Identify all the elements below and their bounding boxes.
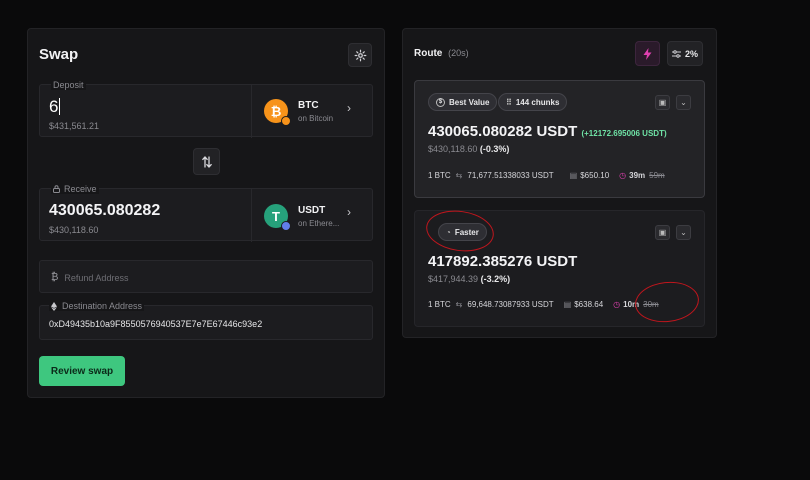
route-title: Route [414, 48, 443, 59]
quote-card-best-value[interactable]: $ Best Value ⠿ 144 chunks ▣ ⌄ 430065.080… [414, 80, 705, 198]
chunks-tag: ⠿ 144 chunks [498, 93, 568, 111]
quote-pct: (-3.2%) [480, 274, 511, 284]
swap-arrows-icon: ⇆ [455, 171, 463, 180]
lock-icon [53, 185, 60, 193]
swap-panel: Swap Deposit 6 $431,561.21 ₿ BTC on Bitc… [27, 28, 385, 398]
chevron-right-icon: › [347, 205, 351, 219]
route-title-wrap: Route (20s) [414, 48, 469, 59]
quote-pct: (-0.3%) [479, 144, 510, 154]
deposit-token-selector[interactable]: ₿ BTC on Bitcoin [264, 99, 334, 126]
deposit-usd: $431,561.21 [49, 121, 100, 131]
quote-amount-value: 430065.080282 USDT [428, 123, 578, 140]
receive-usd: $430,118.60 [49, 225, 99, 235]
quote-details: 1 BTC ⇆ 69,648.73087933 USDT ▤ $638.64 ◷… [428, 300, 659, 309]
swap-title: Swap [39, 46, 79, 63]
best-value-tag: $ Best Value [428, 93, 498, 111]
destination-address-value: 0xD49435b10a9F8550576940537E7e7E67446c93… [49, 319, 263, 329]
review-swap-button[interactable]: Review swap [39, 356, 125, 386]
quote-amount: 417892.385276 USDT [428, 253, 578, 270]
grid-icon: ⠿ [506, 97, 512, 107]
refund-address-input[interactable]: ₿ Refund Address [39, 260, 373, 293]
receive-token-chain: on Ethere... [298, 218, 340, 228]
chevron-down-icon[interactable]: ⌄ [676, 225, 691, 240]
rate-to: 69,648.73087933 USDT [467, 300, 554, 309]
quote-usd: $430,118.60 [428, 144, 478, 154]
slippage-value: 2% [684, 48, 698, 59]
quote-details: 1 BTC ⇆ 71,677.51338033 USDT ▤ $650.10 ◷… [428, 171, 665, 180]
rate-to: 71,677.51338033 USDT [467, 171, 554, 180]
deposit-amount-input[interactable]: 6 [49, 97, 61, 117]
chart-icon[interactable]: ▣ [655, 225, 670, 240]
chevron-down-icon[interactable]: ⌄ [676, 95, 691, 110]
lightning-button[interactable] [635, 41, 660, 66]
chart-icon[interactable]: ▣ [655, 95, 670, 110]
refund-address-placeholder: Refund Address [64, 272, 129, 283]
clock-icon: ◷ [619, 171, 627, 180]
receive-label: Receive [64, 184, 97, 194]
settings-button[interactable] [348, 43, 372, 67]
ethereum-small-icon [51, 301, 57, 311]
deposit-amount-value: 6 [49, 97, 59, 116]
rate-from: 1 BTC [428, 171, 451, 180]
fee: $650.10 [580, 171, 610, 180]
bitcoin-small-icon: ₿ [51, 272, 59, 283]
quote-usd-row: $430,118.60 (-0.3%) [428, 144, 509, 154]
quote-usd: $417,944.39 [428, 274, 479, 284]
quote-usd-row: $417,944.39 (-3.2%) [428, 274, 510, 284]
bitcoin-chain-badge-icon [281, 116, 291, 126]
eta: 39m [629, 171, 646, 180]
deposit-box: Deposit 6 $431,561.21 ₿ BTC on Bitcoin › [39, 80, 373, 138]
receive-token-selector[interactable]: T USDT on Ethere... [264, 204, 340, 231]
rate-from: 1 BTC [428, 300, 451, 309]
best-value-tag-label: Best Value [449, 97, 490, 107]
quote-bonus: (+12172.695006 USDT) [581, 129, 667, 138]
receipt-icon: ▤ [569, 171, 578, 180]
sliders-icon [671, 49, 681, 58]
fee: $638.64 [574, 300, 604, 309]
swap-arrows-icon: ⇆ [455, 300, 463, 309]
destination-address-input[interactable]: Destination Address 0xD49435b10a9F855057… [39, 301, 373, 340]
slippage-button[interactable]: 2% [667, 41, 703, 66]
destination-label-wrap: Destination Address [49, 301, 145, 311]
chunks-tag-label: 144 chunks [515, 97, 560, 107]
receive-label-wrap: Receive [51, 184, 99, 194]
lightning-icon [643, 47, 652, 60]
receive-amount: 430065.080282 [49, 202, 161, 219]
swap-direction-icon [201, 155, 212, 168]
route-timer: (20s) [448, 48, 469, 58]
receive-token-name: USDT [298, 204, 326, 216]
deposit-label: Deposit [51, 80, 86, 90]
swap-direction-button[interactable] [193, 148, 220, 175]
clock-icon: ◷ [613, 300, 621, 309]
destination-label: Destination Address [62, 301, 143, 311]
deposit-token-name: BTC [298, 99, 319, 111]
eta-old: 59m [649, 171, 665, 180]
receive-box: Receive 430065.080282 $430,118.60 T USDT… [39, 184, 373, 242]
quote-amount: 430065.080282 USDT (+12172.695006 USDT) [428, 123, 667, 140]
bitcoin-icon: ₿ [264, 99, 291, 126]
dollar-icon: $ [436, 97, 445, 107]
gear-icon [354, 49, 366, 61]
ethereum-icon [281, 221, 291, 231]
receipt-icon: ▤ [563, 300, 572, 309]
usdt-icon: T [264, 204, 291, 231]
chevron-right-icon: › [347, 101, 351, 115]
deposit-token-chain: on Bitcoin [298, 113, 334, 123]
